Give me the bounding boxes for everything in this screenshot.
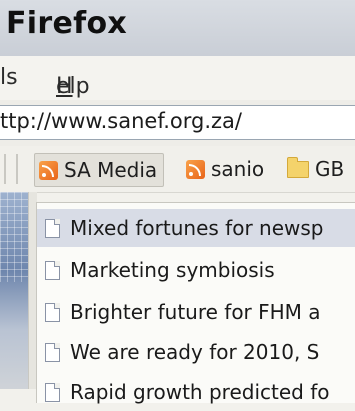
window-title: Firefox — [6, 6, 128, 41]
address-url: ttp://www.sanef.org.za/ — [0, 109, 242, 133]
dropdown-item[interactable]: We are ready for 2010, S — [37, 333, 355, 371]
dropdown-item-label: We are ready for 2010, S — [70, 340, 320, 364]
bookmark-label: sanio — [211, 157, 265, 181]
dropdown-item[interactable]: Mixed fortunes for newsp — [37, 209, 355, 247]
rss-feed-icon — [39, 160, 58, 180]
window-title-bar: Firefox — [0, 0, 355, 56]
toolbar-separator — [16, 154, 18, 184]
bookmark-sa-media[interactable]: SA Media — [34, 153, 165, 187]
bookmark-label: GB — [315, 157, 345, 181]
page-background-graphic — [0, 192, 28, 282]
page-icon — [45, 302, 60, 322]
address-bar[interactable]: ttp://www.sanef.org.za/ — [0, 105, 355, 140]
menu-help-rest: elp — [56, 74, 90, 99]
rss-feed-icon — [186, 159, 205, 179]
toolbar-separator — [4, 154, 6, 184]
dropdown-item[interactable]: Rapid growth predicted fo — [37, 373, 355, 411]
bookmark-label: SA Media — [64, 158, 158, 182]
folder-icon — [287, 156, 309, 178]
dropdown-item[interactable]: Marketing symbiosis — [37, 251, 355, 289]
page-icon — [45, 382, 60, 402]
bookmarks-toolbar: SA Media sanio GB — [0, 146, 355, 193]
dropdown-item[interactable]: Brighter future for FHM a — [37, 293, 355, 331]
page-icon — [45, 342, 60, 362]
navigation-toolbar: ttp://www.sanef.org.za/ — [0, 100, 355, 146]
bookmark-sanio[interactable]: sanio — [186, 153, 264, 185]
dropdown-item-label: Mixed fortunes for newsp — [70, 216, 324, 240]
page-content-background — [0, 192, 28, 389]
menu-bar: ls Help — [0, 56, 355, 101]
page-icon — [45, 260, 60, 280]
dropdown-item-label: Marketing symbiosis — [70, 258, 275, 282]
dropdown-item-label: Rapid growth predicted fo — [70, 380, 330, 404]
page-icon — [45, 218, 60, 238]
bookmark-folder-gb[interactable]: GB — [287, 153, 344, 185]
menu-tools[interactable]: ls — [0, 65, 18, 90]
dropdown-item-label: Brighter future for FHM a — [70, 300, 321, 324]
bookmark-dropdown-menu: Mixed fortunes for newsp Marketing symbi… — [36, 202, 355, 404]
